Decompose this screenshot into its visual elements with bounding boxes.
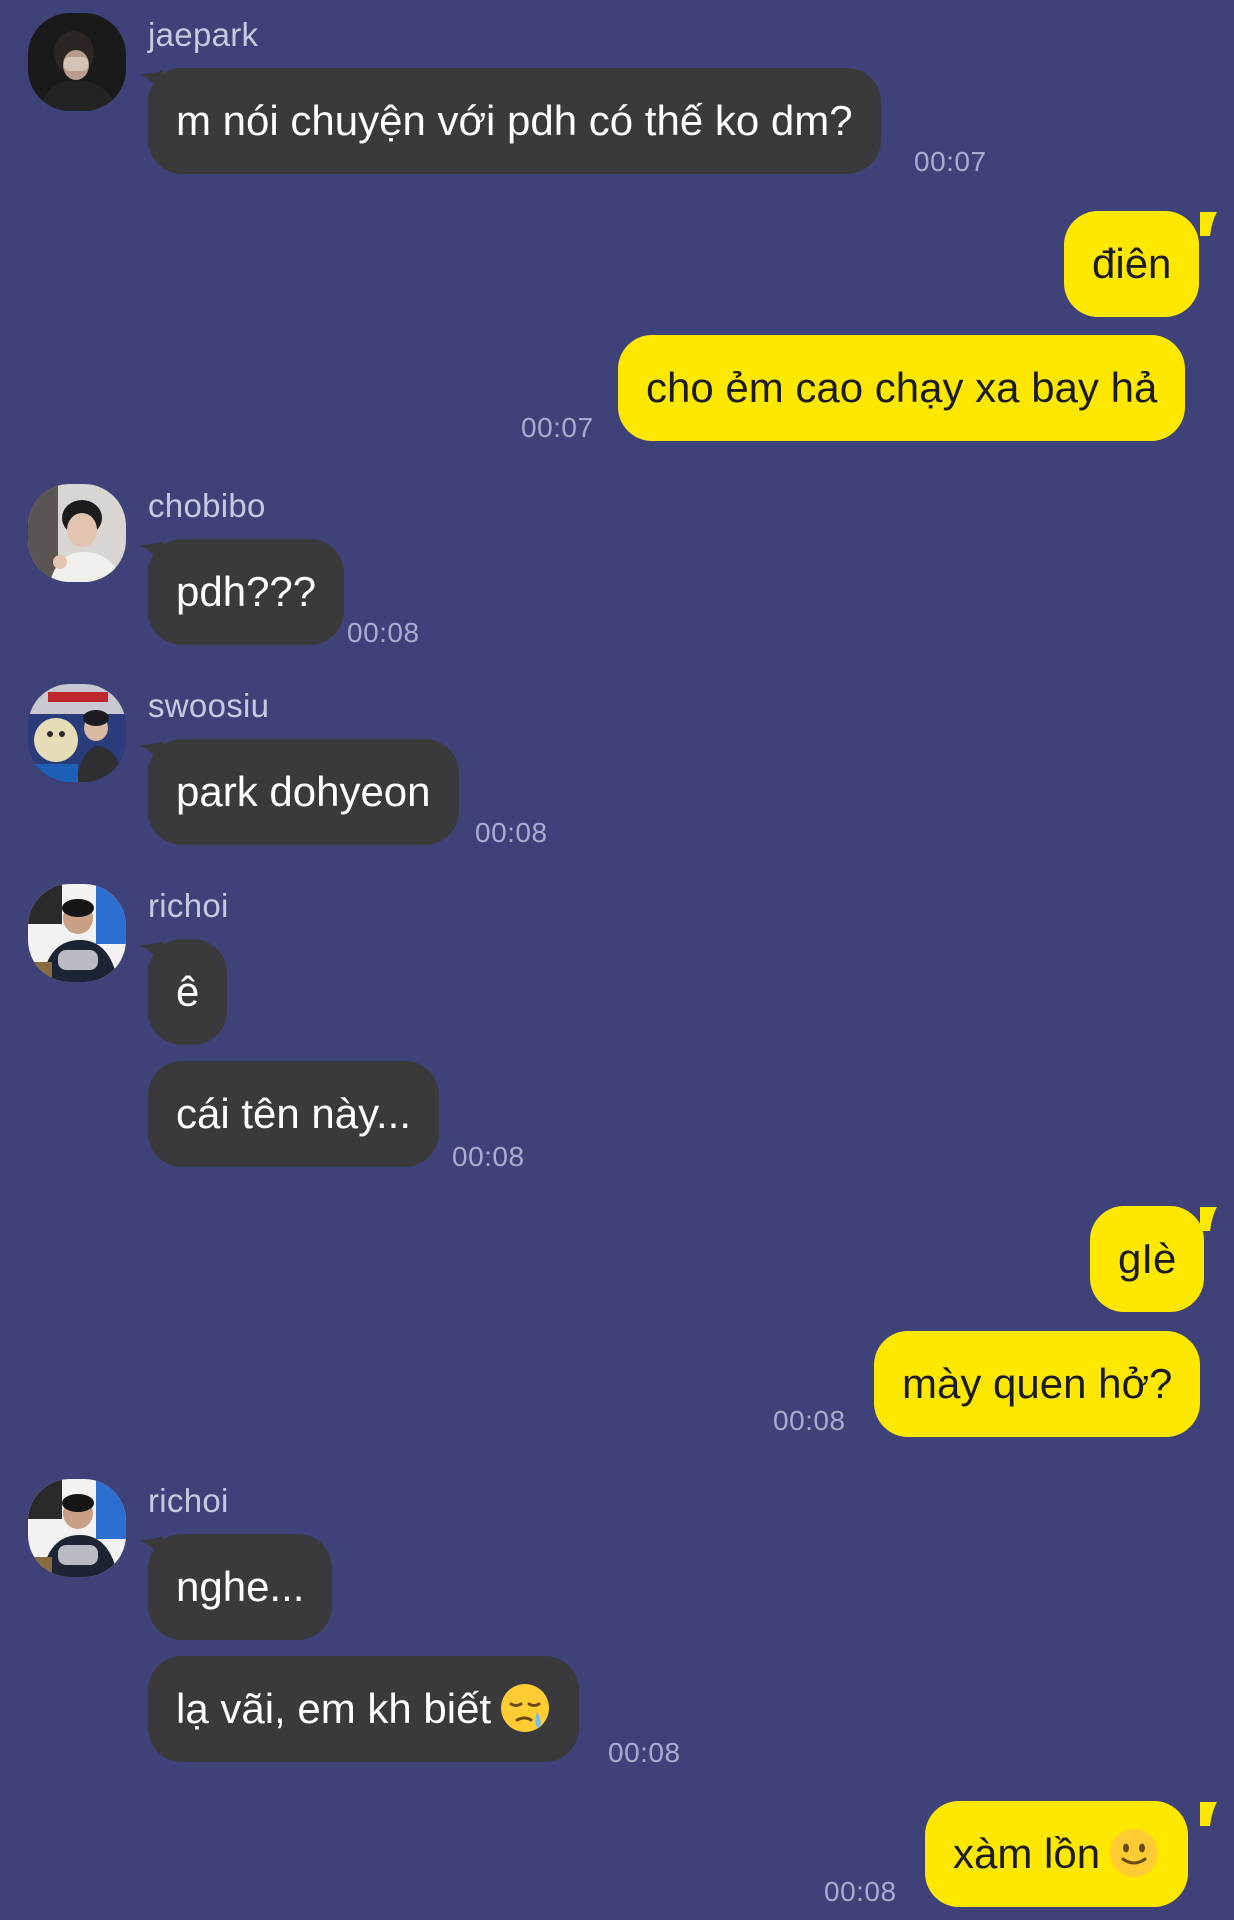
chat-message-list[interactable]: jaepark m nói chuyện với pdh có thế ko d…	[0, 0, 1234, 1920]
message-text: lạ vãi, em kh biết	[176, 1685, 492, 1732]
message-bubble[interactable]: ê	[148, 939, 228, 1045]
message-timestamp: 00:08	[475, 817, 548, 848]
message-timestamp: 00:07	[521, 412, 594, 443]
bubble-tail	[1200, 1207, 1217, 1231]
avatar-richoi[interactable]	[28, 884, 126, 982]
avatar-richoi[interactable]	[28, 1479, 126, 1577]
avatar-chobibo[interactable]	[28, 484, 126, 582]
message-timestamp: 00:08	[452, 1141, 525, 1172]
sender-name: swoosiu	[148, 687, 270, 724]
sender-name: richoi	[148, 887, 229, 924]
message-timestamp: 00:08	[608, 1737, 681, 1768]
bubble-tail	[1200, 1802, 1217, 1826]
message-bubble[interactable]: m nói chuyện với pdh có thế ko dm?	[148, 68, 881, 174]
avatar-jaepark[interactable]	[28, 13, 126, 111]
message-bubble[interactable]: pdh???	[148, 539, 345, 645]
message-text: xàm lồn	[953, 1830, 1101, 1877]
avatar-swoosiu[interactable]	[28, 684, 126, 782]
message-timestamp: 00:08	[824, 1876, 897, 1907]
message-bubble[interactable]: gIè	[1090, 1206, 1205, 1312]
message-bubble[interactable]: điên	[1064, 211, 1200, 317]
sender-name: richoi	[148, 1482, 229, 1519]
sender-name: chobibo	[148, 487, 266, 524]
message-bubble[interactable]: cho ẻm cao chạy xa bay hả	[618, 335, 1186, 441]
message-bubble[interactable]: lạ vãi, em kh biết	[148, 1656, 580, 1762]
bubble-tail	[1200, 212, 1217, 236]
slightly-smiling-face-emoji	[1108, 1827, 1160, 1879]
sleepy-face-emoji	[499, 1682, 551, 1734]
message-timestamp: 00:07	[914, 146, 987, 177]
sender-name: jaepark	[148, 16, 259, 53]
message-timestamp: 00:08	[347, 617, 420, 648]
message-bubble[interactable]: mày quen hở?	[874, 1331, 1201, 1437]
message-timestamp: 00:08	[773, 1405, 846, 1436]
message-bubble[interactable]: cái tên này...	[148, 1061, 440, 1167]
message-bubble[interactable]: xàm lồn	[925, 1801, 1189, 1907]
message-bubble[interactable]: park dohyeon	[148, 739, 459, 845]
message-bubble[interactable]: nghe...	[148, 1534, 333, 1640]
